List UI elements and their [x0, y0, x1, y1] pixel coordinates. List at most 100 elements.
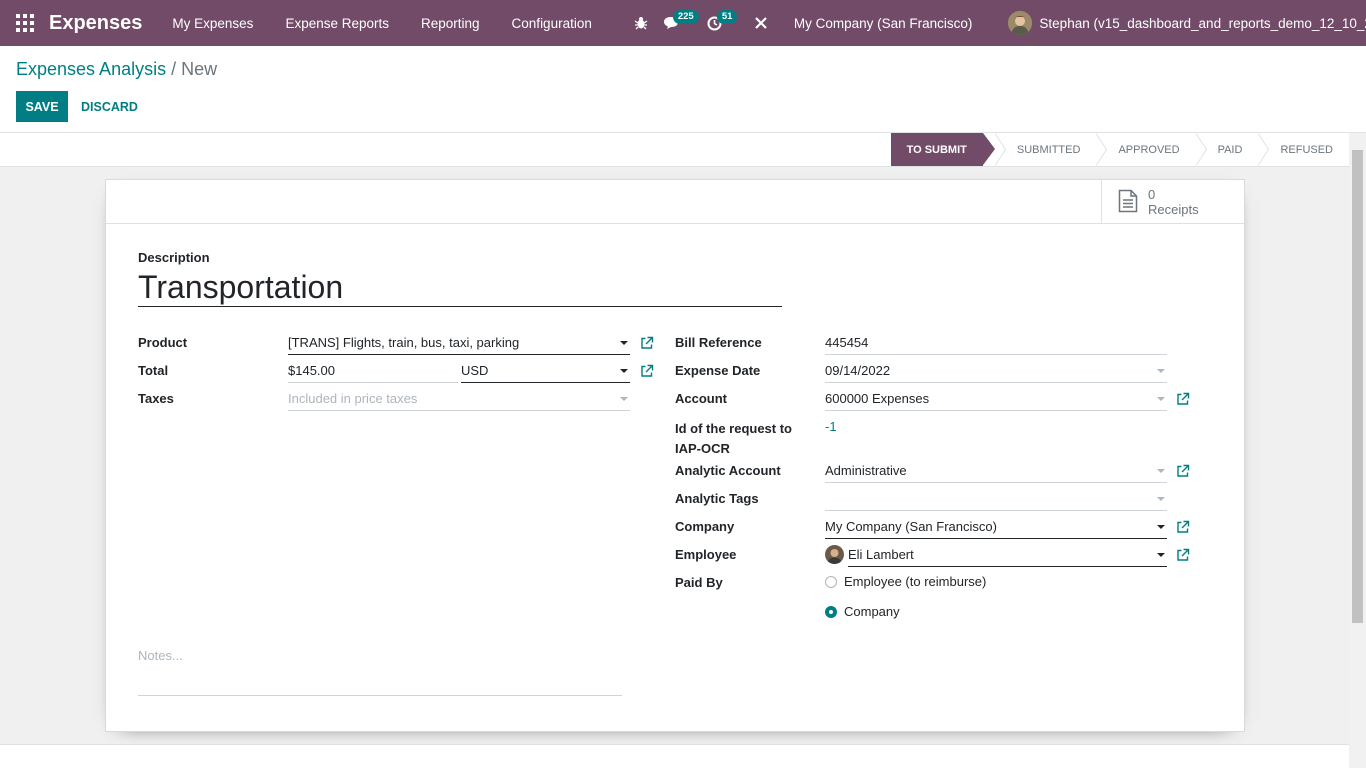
- discard-button[interactable]: Discard: [81, 91, 138, 122]
- ocr-request-label-line1: Id of the request to: [675, 421, 792, 436]
- menu-reporting[interactable]: Reporting: [405, 16, 496, 31]
- activities-clock-icon[interactable]: 51: [700, 0, 738, 46]
- paid-by-label: Paid By: [675, 575, 723, 590]
- product-select[interactable]: [TRANS] Flights, train, bus, taxi, parki…: [288, 332, 630, 355]
- employee-value: Eli Lambert: [848, 547, 914, 562]
- account-label: Account: [675, 391, 727, 406]
- analytic-account-value: Administrative: [825, 463, 907, 478]
- company-label: Company: [675, 519, 735, 534]
- stage-approved[interactable]: Approved: [1096, 133, 1195, 166]
- company-external-link-icon[interactable]: [1176, 520, 1190, 534]
- breadcrumb: Expenses Analysis / New: [16, 59, 217, 80]
- expense-date-caret-icon[interactable]: [1157, 369, 1165, 373]
- account-value: 600000 Expenses: [825, 391, 930, 406]
- paid-by-employee-label: Employee (to reimburse): [844, 574, 987, 589]
- breadcrumb-current: New: [181, 59, 218, 79]
- notes-placeholder: Notes...: [138, 648, 183, 663]
- currency-external-link-icon[interactable]: [640, 364, 654, 378]
- product-external-link-icon[interactable]: [640, 336, 654, 350]
- menu-configuration[interactable]: Configuration: [496, 16, 608, 31]
- notes-textarea[interactable]: Notes...: [138, 648, 622, 696]
- analytic-tags-label: Analytic Tags: [675, 491, 759, 506]
- paid-by-company-radio[interactable]: Company: [825, 604, 900, 619]
- debug-bug-icon[interactable]: [626, 0, 656, 46]
- company-select[interactable]: My Company (San Francisco): [825, 516, 1167, 539]
- stage-refused[interactable]: Refused: [1258, 133, 1349, 166]
- breadcrumb-parent-link[interactable]: Expenses Analysis: [16, 59, 166, 79]
- analytic-tags-select[interactable]: [825, 488, 1167, 511]
- messages-chat-icon[interactable]: 225: [656, 0, 699, 46]
- paid-by-employee-radio[interactable]: Employee (to reimburse): [825, 574, 986, 589]
- form-sheet: 0 Receipts Description Transportation Pr…: [105, 179, 1245, 732]
- breadcrumb-separator: /: [171, 59, 177, 79]
- app-brand[interactable]: Expenses: [49, 12, 142, 35]
- top-navbar: Expenses My Expenses Expense Reports Rep…: [0, 0, 1366, 46]
- receipts-smart-button[interactable]: 0 Receipts: [1101, 180, 1244, 224]
- menu-my-expenses[interactable]: My Expenses: [156, 16, 269, 31]
- stage-pipeline: To Submit Submitted Approved Paid Refuse…: [890, 133, 1349, 166]
- currency-dropdown-caret-icon[interactable]: [620, 369, 628, 373]
- analytic-account-caret-icon[interactable]: [1157, 469, 1165, 473]
- analytic-account-select[interactable]: Administrative: [825, 460, 1167, 483]
- menu-expense-reports[interactable]: Expense Reports: [269, 16, 405, 31]
- taxes-dropdown-caret-icon[interactable]: [620, 397, 628, 401]
- analytic-account-label: Analytic Account: [675, 463, 781, 478]
- receipts-text: 0 Receipts: [1148, 187, 1199, 217]
- analytic-tags-caret-icon[interactable]: [1157, 497, 1165, 501]
- stage-submitted[interactable]: Submitted: [995, 133, 1097, 166]
- smart-button-box: 0 Receipts: [106, 180, 1244, 224]
- user-menu[interactable]: Stephan (v15_dashboard_and_reports_demo_…: [1039, 16, 1366, 31]
- total-amount-input[interactable]: $145.00: [288, 360, 458, 383]
- page-scrollbar[interactable]: [1349, 133, 1366, 768]
- total-amount-value: $145.00: [288, 363, 335, 378]
- bill-reference-label: Bill Reference: [675, 335, 762, 350]
- company-dropdown-caret-icon[interactable]: [1157, 525, 1165, 529]
- account-select[interactable]: 600000 Expenses: [825, 388, 1167, 411]
- status-bar: To Submit Submitted Approved Paid Refuse…: [0, 133, 1349, 167]
- analytic-account-external-link-icon[interactable]: [1176, 464, 1190, 478]
- expense-date-label: Expense Date: [675, 363, 761, 378]
- stage-to-submit[interactable]: To Submit: [890, 133, 996, 166]
- document-icon: [1118, 189, 1138, 216]
- expense-date-input[interactable]: 09/14/2022: [825, 360, 1167, 383]
- paid-by-company-label: Company: [844, 604, 900, 619]
- systray: 225 51 My Company (San Francisco) Stepha…: [626, 0, 1366, 46]
- employee-label: Employee: [675, 547, 737, 562]
- chatter-area: [0, 744, 1349, 768]
- messages-count-badge: 225: [672, 10, 699, 24]
- radio-checked-icon[interactable]: [825, 605, 837, 618]
- user-avatar[interactable]: [1008, 11, 1033, 35]
- employee-select[interactable]: Eli Lambert: [848, 544, 1167, 567]
- bill-reference-input[interactable]: 445454: [825, 332, 1167, 355]
- expense-date-value: 09/14/2022: [825, 363, 891, 378]
- account-dropdown-caret-icon[interactable]: [1157, 397, 1165, 401]
- currency-select[interactable]: USD: [461, 360, 630, 383]
- product-dropdown-caret-icon[interactable]: [620, 341, 628, 345]
- taxes-placeholder: Included in price taxes: [288, 391, 418, 406]
- description-input[interactable]: Transportation: [138, 268, 782, 307]
- bill-reference-value: 445454: [825, 335, 869, 350]
- app-menu-icon[interactable]: [16, 14, 34, 32]
- account-external-link-icon[interactable]: [1176, 392, 1190, 406]
- control-panel: Expenses Analysis / New Save Discard: [0, 46, 1366, 133]
- ocr-request-value: -1: [825, 419, 837, 434]
- product-label: Product: [138, 335, 188, 350]
- activities-count-badge: 51: [716, 10, 738, 24]
- description-label: Description: [138, 250, 210, 265]
- receipts-label: Receipts: [1148, 202, 1199, 217]
- currency-value: USD: [461, 363, 489, 378]
- scrollbar-thumb[interactable]: [1352, 150, 1363, 623]
- radio-unchecked-icon[interactable]: [825, 575, 837, 588]
- tools-cross-icon[interactable]: [746, 0, 776, 46]
- save-button[interactable]: Save: [16, 91, 68, 122]
- ocr-request-label-line2: IAP-OCR: [675, 441, 730, 456]
- company-value: My Company (San Francisco): [825, 519, 997, 534]
- product-value: [TRANS] Flights, train, bus, taxi, parki…: [288, 335, 520, 350]
- taxes-select[interactable]: Included in price taxes: [288, 388, 630, 411]
- employee-dropdown-caret-icon[interactable]: [1157, 553, 1165, 557]
- employee-external-link-icon[interactable]: [1176, 548, 1190, 562]
- employee-avatar: [825, 545, 844, 564]
- company-switcher[interactable]: My Company (San Francisco): [794, 16, 973, 31]
- receipts-count: 0: [1148, 187, 1156, 202]
- total-label: Total: [138, 363, 169, 378]
